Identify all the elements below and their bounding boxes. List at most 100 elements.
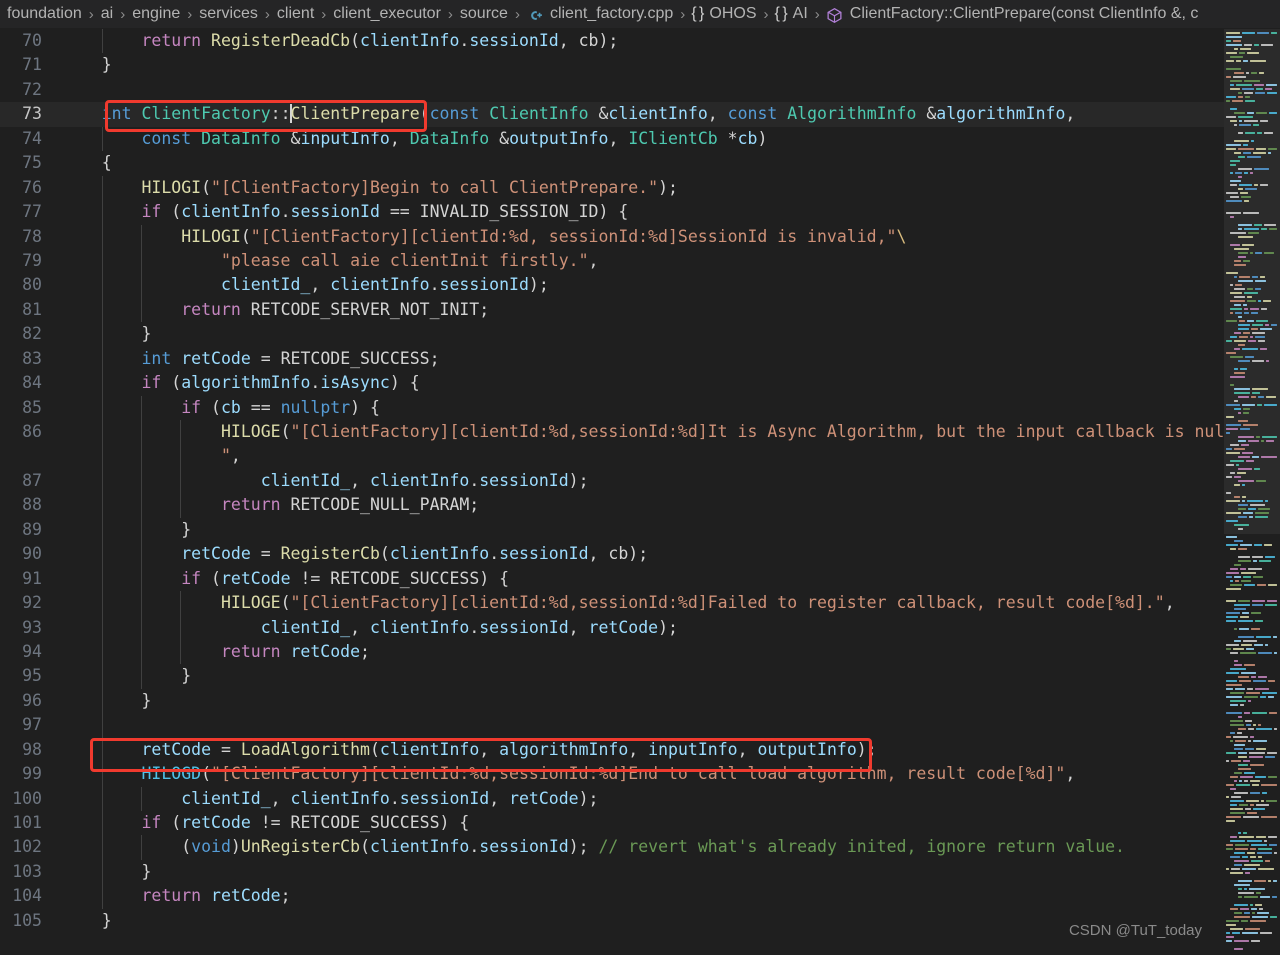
line-content[interactable]: } [56, 909, 1224, 933]
line-number: 102 [12, 837, 42, 857]
line-number: 75 [22, 153, 42, 173]
line-content[interactable]: clientId_, clientInfo.sessionId); [56, 468, 1224, 494]
method-cube-icon [826, 7, 843, 24]
code-line[interactable]: 87 clientId_, clientInfo.sessionId); [0, 468, 1224, 494]
code-line[interactable]: 92 HILOGE("[ClientFactory][clientId:%d,s… [0, 591, 1224, 616]
breadcrumb-item-ai-namespace[interactable]: AI [792, 5, 809, 23]
breadcrumb-item-client-executor[interactable]: client_executor [332, 5, 442, 23]
code-line[interactable]: 77 if (clientInfo.sessionId == INVALID_S… [0, 200, 1224, 225]
code-line[interactable]: 104 return retCode; [0, 884, 1224, 909]
line-content[interactable] [56, 78, 1224, 102]
code-line[interactable]: 71 } [0, 53, 1224, 77]
line-content[interactable]: clientId_, clientInfo.sessionId, retCode… [56, 615, 1224, 640]
code-line[interactable]: 72 [0, 78, 1224, 102]
code-line-current[interactable]: 73 int ClientFactory::ClientPrepare(cons… [0, 102, 1224, 127]
line-content[interactable]: if (retCode != RETCODE_SUCCESS) { [56, 811, 1224, 836]
code-line[interactable]: 94 return retCode; [0, 639, 1224, 665]
line-content[interactable] [56, 713, 1224, 738]
line-content[interactable]: } [56, 517, 1224, 543]
line-content[interactable]: (void)UnRegisterCb(clientInfo.sessionId)… [56, 835, 1224, 860]
line-content[interactable]: clientId_, clientInfo.sessionId); [56, 273, 1224, 298]
code-line[interactable]: 74 const DataInfo &inputInfo, DataInfo &… [0, 126, 1224, 152]
breadcrumb-item-client-factory-cpp[interactable]: client_factory.cpp [549, 5, 674, 23]
breadcrumb-separator-icon: › [447, 5, 453, 23]
breadcrumb[interactable]: foundation › ai › engine › services › cl… [0, 0, 1280, 29]
line-content[interactable]: } [56, 322, 1224, 347]
code-line[interactable]: 91 if (retCode != RETCODE_SUCCESS) { [0, 566, 1224, 592]
code-line[interactable]: 90 retCode = RegisterCb(clientInfo.sessi… [0, 542, 1224, 567]
line-content[interactable]: } [56, 859, 1224, 885]
line-content[interactable]: if (cb == nullptr) { [56, 395, 1224, 420]
minimap[interactable] [1224, 29, 1280, 955]
line-content[interactable]: retCode = RegisterCb(clientInfo.sessionI… [56, 542, 1224, 567]
breadcrumb-item-ohos[interactable]: OHOS [708, 5, 757, 23]
code-line[interactable]: 88 return RETCODE_NULL_PARAM; [0, 493, 1224, 518]
code-line[interactable]: 101 if (retCode != RETCODE_SUCCESS) { [0, 811, 1224, 836]
line-content[interactable]: clientId_, clientInfo.sessionId, retCode… [56, 786, 1224, 811]
code-line[interactable]: 100 clientId_, clientInfo.sessionId, ret… [0, 786, 1224, 811]
line-content[interactable]: return retCode; [56, 884, 1224, 909]
breadcrumb-item-source[interactable]: source [459, 5, 509, 23]
code-line[interactable]: 99 HILOGD("[ClientFactory][clientId:%d,s… [0, 762, 1224, 787]
code-line[interactable]: 86 HILOGE("[ClientFactory][clientId:%d,s… [0, 420, 1224, 445]
code-line[interactable]: 97 [0, 713, 1224, 738]
code-line[interactable]: 78 HILOGI("[ClientFactory][clientId:%d, … [0, 224, 1224, 249]
line-content-wrap[interactable]: ", [56, 444, 1224, 469]
line-content[interactable]: HILOGI("[ClientFactory][clientId:%d, ses… [56, 224, 1224, 249]
line-content[interactable]: if (algorithmInfo.isAsync) { [56, 371, 1224, 396]
code-line[interactable]: 75 { [0, 151, 1224, 175]
breadcrumb-item-foundation[interactable]: foundation [6, 5, 83, 23]
breadcrumb-item-services[interactable]: services [198, 5, 259, 23]
breadcrumb-item-engine[interactable]: engine [131, 5, 181, 23]
code-line[interactable]: 95 } [0, 664, 1224, 689]
code-line[interactable]: 96 } [0, 688, 1224, 714]
breadcrumb-item-clientprepare-symbol[interactable]: ClientFactory::ClientPrepare(const Clien… [849, 5, 1200, 23]
line-content[interactable]: } [56, 688, 1224, 714]
line-content[interactable]: int ClientFactory::ClientPrepare(const C… [56, 102, 1224, 126]
breadcrumb-item-client[interactable]: client [276, 5, 315, 23]
line-content[interactable]: retCode = LoadAlgorithm(clientInfo, algo… [56, 737, 1224, 763]
code-line[interactable]: 70 return RegisterDeadCb(clientInfo.sess… [0, 29, 1224, 54]
code-line[interactable]: 98 retCode = LoadAlgorithm(clientInfo, a… [0, 737, 1224, 763]
line-number: 103 [12, 861, 42, 881]
code-line[interactable]: 80 clientId_, clientInfo.sessionId); [0, 273, 1224, 298]
code-line[interactable]: 76 HILOGI("[ClientFactory]Begin to call … [0, 175, 1224, 201]
code-line[interactable]: 89 } [0, 517, 1224, 543]
line-content[interactable]: return RETCODE_SERVER_NOT_INIT; [56, 297, 1224, 323]
line-content[interactable]: } [56, 664, 1224, 689]
line-content[interactable]: if (retCode != RETCODE_SUCCESS) { [56, 566, 1224, 592]
line-number: 88 [22, 495, 42, 515]
line-content[interactable]: int retCode = RETCODE_SUCCESS; [56, 346, 1224, 372]
line-content[interactable]: HILOGE("[ClientFactory][clientId:%d,sess… [56, 591, 1224, 616]
line-content[interactable]: HILOGI("[ClientFactory]Begin to call Cli… [56, 175, 1224, 201]
code-line[interactable]: 82 } [0, 322, 1224, 347]
line-number: 77 [22, 202, 42, 222]
code-editor[interactable]: 70 return RegisterDeadCb(clientInfo.sess… [0, 29, 1280, 955]
line-content[interactable]: } [56, 53, 1224, 77]
line-content[interactable]: if (clientInfo.sessionId == INVALID_SESS… [56, 200, 1224, 225]
line-content[interactable]: return RETCODE_NULL_PARAM; [56, 493, 1224, 518]
breadcrumb-item-ai[interactable]: ai [100, 5, 114, 23]
line-content[interactable]: return retCode; [56, 639, 1224, 665]
code-line[interactable]: 85 if (cb == nullptr) { [0, 395, 1224, 420]
line-content[interactable]: return RegisterDeadCb(clientInfo.session… [56, 29, 1224, 54]
line-content[interactable]: { [56, 151, 1224, 175]
code-line-wrapped[interactable]: ", [0, 444, 1224, 469]
breadcrumb-separator-icon: › [120, 5, 126, 23]
code-line[interactable]: 103 } [0, 859, 1224, 885]
code-lines-container[interactable]: 70 return RegisterDeadCb(clientInfo.sess… [0, 29, 1224, 955]
code-line[interactable]: 105 } [0, 909, 1224, 933]
code-line[interactable]: 81 return RETCODE_SERVER_NOT_INIT; [0, 297, 1224, 323]
line-number: 93 [22, 617, 42, 637]
code-line[interactable]: 102 (void)UnRegisterCb(clientInfo.sessio… [0, 835, 1224, 860]
code-line[interactable]: 84 if (algorithmInfo.isAsync) { [0, 371, 1224, 396]
code-line[interactable]: 93 clientId_, clientInfo.sessionId, retC… [0, 615, 1224, 640]
line-number: 87 [22, 470, 42, 490]
line-content[interactable]: const DataInfo &inputInfo, DataInfo &out… [56, 126, 1224, 152]
line-content[interactable]: HILOGE("[ClientFactory][clientId:%d,sess… [56, 420, 1224, 445]
line-content[interactable]: HILOGD("[ClientFactory][clientId:%d,sess… [56, 762, 1224, 787]
code-line[interactable]: 79 "please call aie clientInit firstly."… [0, 248, 1224, 274]
breadcrumb-separator-icon: › [187, 5, 193, 23]
code-line[interactable]: 83 int retCode = RETCODE_SUCCESS; [0, 346, 1224, 372]
line-content[interactable]: "please call aie clientInit firstly.", [56, 248, 1224, 274]
